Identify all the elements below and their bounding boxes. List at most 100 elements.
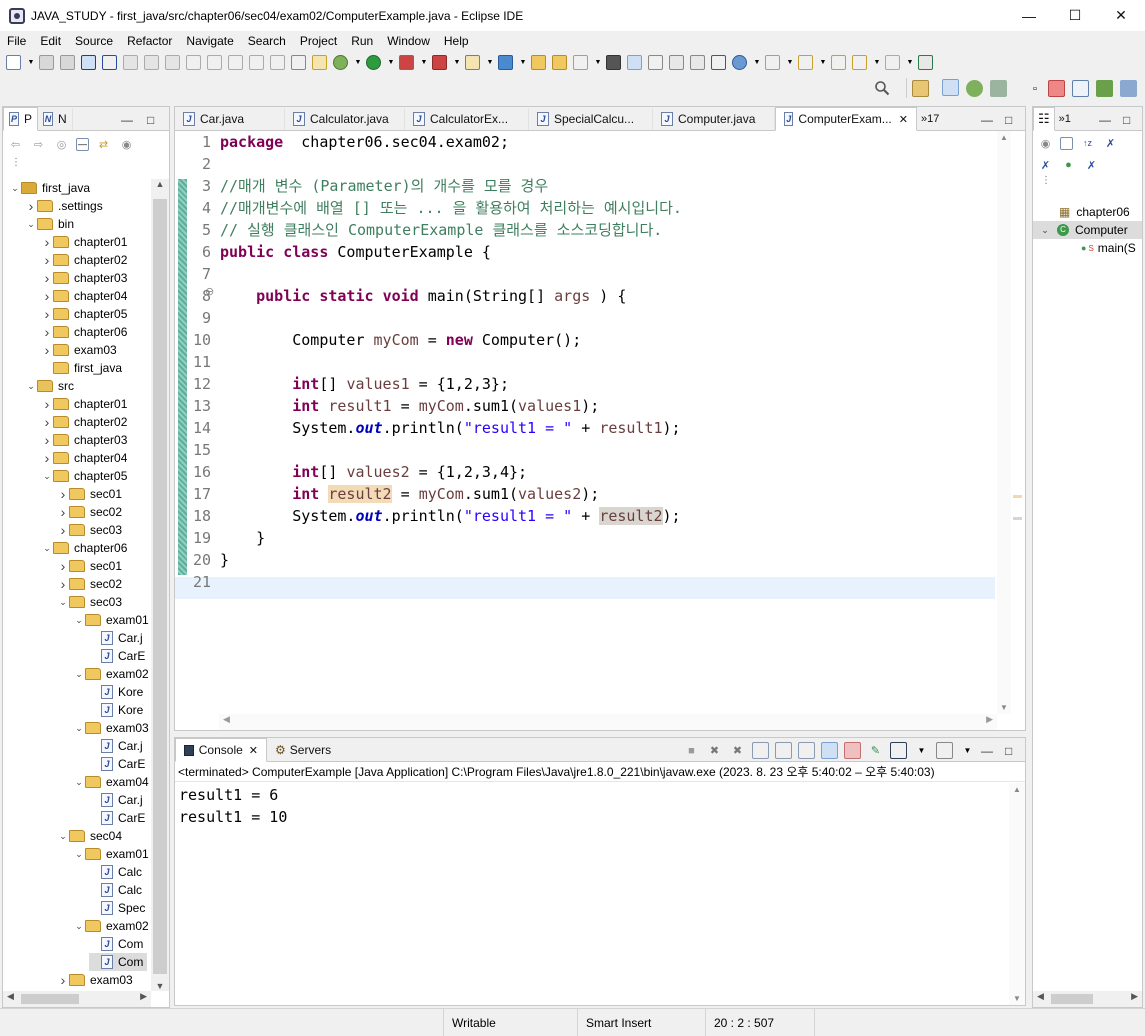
last-edit-icon[interactable] [831, 55, 846, 70]
chevron-right-icon[interactable]: › [41, 252, 53, 268]
menu-help[interactable]: Help [437, 34, 476, 48]
debug-icon[interactable] [333, 55, 348, 70]
skip-breakpoints-icon[interactable] [102, 55, 117, 70]
scroll-left-icon[interactable]: ◀ [223, 714, 230, 725]
chevron-right-icon[interactable]: › [41, 234, 53, 250]
minimize-view-icon[interactable]: — [1099, 113, 1111, 127]
perspective-icon[interactable] [918, 55, 933, 70]
chevron-down-icon[interactable]: ▼ [27, 54, 35, 71]
show-on-stderr-icon[interactable] [844, 742, 861, 759]
tree-item[interactable]: J Car.j [89, 629, 143, 647]
step-return-icon[interactable] [249, 55, 264, 70]
external-tools-icon[interactable] [432, 55, 447, 70]
tree-item[interactable]: J Car.j [89, 791, 143, 809]
scroll-left-icon[interactable]: ◀ [1037, 991, 1044, 1002]
minimize-view-icon[interactable]: — [121, 113, 133, 127]
chevron-down-icon[interactable]: ⌄ [73, 723, 85, 734]
tree-item[interactable]: › exam03 [41, 341, 117, 359]
forward-icon[interactable]: ⇨ [30, 136, 47, 153]
step-into-icon[interactable] [207, 55, 222, 70]
new-java-project-icon[interactable] [465, 55, 480, 70]
tree-item[interactable]: ⌄ exam02 [73, 917, 148, 935]
save-all-icon[interactable] [60, 55, 75, 70]
collapse-all-icon[interactable]: — [76, 137, 89, 151]
tab-special-calculator[interactable]: J SpecialCalcu... [529, 108, 653, 130]
tab-overflow[interactable]: »1 [1055, 108, 1075, 130]
chevron-right-icon[interactable]: › [41, 324, 53, 340]
chevron-right-icon[interactable]: › [57, 576, 69, 592]
layout-icon[interactable] [1072, 80, 1089, 97]
tree-item[interactable]: ⌄ sec03 [57, 593, 122, 611]
tree-item[interactable]: ⌄ exam04 [73, 773, 148, 791]
tree-item[interactable]: ⌄ chapter05 [41, 467, 127, 485]
tree-item[interactable]: › chapter04 [41, 449, 128, 467]
hide-static-icon[interactable]: ✗ [1037, 157, 1054, 174]
outline-horizontal-scrollbar[interactable]: ◀ ▶ [1033, 991, 1142, 1007]
menu-run[interactable]: Run [344, 34, 380, 48]
filters-icon[interactable]: ⋮ [3, 157, 169, 177]
up-icon[interactable]: ◎ [53, 136, 70, 153]
scroll-up-icon[interactable]: ▲ [151, 179, 169, 189]
menu-file[interactable]: File [0, 34, 33, 48]
occurrence-marker[interactable] [1013, 517, 1022, 520]
chevron-down-icon[interactable]: ⌄ [25, 219, 37, 230]
link-with-editor-icon[interactable]: ⇄ [95, 136, 112, 153]
tree-item[interactable]: J CarE [89, 809, 145, 827]
close-button[interactable]: ✕ [1098, 0, 1144, 31]
chevron-down-icon[interactable]: ⌄ [9, 183, 21, 194]
status-insert-mode[interactable]: Smart Insert [577, 1009, 705, 1036]
chevron-down-icon[interactable]: ▼ [453, 54, 461, 71]
settings-icon[interactable]: ◉ [1037, 135, 1054, 152]
editor-horizontal-scrollbar[interactable]: ◀ ▶ [219, 714, 997, 730]
hide-local-types-icon[interactable]: ✗ [1083, 157, 1100, 174]
outline-hscroll-thumb[interactable] [1051, 994, 1093, 1004]
tree-item[interactable]: ⌄ first_java [9, 179, 90, 197]
tree-item[interactable]: › chapter04 [41, 287, 128, 305]
restore-icon[interactable]: ▫ [1030, 80, 1040, 97]
tree-item[interactable]: › chapter06 [41, 323, 128, 341]
maximize-editor-icon[interactable]: □ [1005, 113, 1012, 127]
new-icon[interactable] [6, 55, 21, 70]
git-icon[interactable] [1048, 80, 1065, 97]
sort-icon[interactable]: ↑z [1079, 135, 1096, 152]
tree-item[interactable]: › chapter03 [41, 269, 128, 287]
chevron-down-icon[interactable]: ▼ [486, 54, 494, 71]
console-output[interactable]: result1 = 6 result1 = 10 [179, 784, 287, 828]
status-cursor-position[interactable]: 20 : 2 : 507 [705, 1009, 815, 1036]
forward-icon[interactable] [885, 55, 900, 70]
pin-icon[interactable] [648, 55, 663, 70]
chevron-down-icon[interactable]: ▼ [873, 54, 881, 71]
scroll-down-icon[interactable]: ▼ [997, 703, 1011, 712]
chevron-right-icon[interactable]: › [41, 288, 53, 304]
close-tab-icon[interactable]: ✕ [899, 113, 908, 126]
back-icon[interactable] [852, 55, 867, 70]
tree-item[interactable]: › chapter03 [41, 431, 128, 449]
chevron-down-icon[interactable]: ⌄ [25, 381, 37, 392]
scroll-up-icon[interactable]: ▲ [997, 133, 1011, 142]
chevron-right-icon[interactable]: › [25, 198, 37, 214]
tree-item[interactable]: first_java [41, 359, 122, 377]
code-area[interactable]: ⊖ 1 2 3 4 5 6 7 8 9 10 11 12 13 14 15 16 17 18 19 20 21 pack… [175, 131, 1025, 714]
explorer-vertical-scrollbar[interactable]: ▲ ▼ [151, 179, 169, 991]
web-icon[interactable] [1120, 80, 1137, 97]
search-task-icon[interactable] [573, 55, 588, 70]
menu-search[interactable]: Search [241, 34, 293, 48]
chevron-right-icon[interactable]: › [57, 486, 69, 502]
word-wrap-icon[interactable] [798, 742, 815, 759]
explorer-scroll-thumb[interactable] [153, 199, 167, 974]
chevron-down-icon[interactable]: ⌄ [1039, 225, 1051, 236]
task-icon[interactable] [312, 55, 327, 70]
tab-navigator[interactable]: NN [38, 108, 73, 130]
outline-item-package[interactable]: ▦ chapter06 [1059, 203, 1130, 221]
tree-item[interactable]: J Car.j [89, 737, 143, 755]
chevron-down-icon[interactable]: ⌄ [57, 597, 69, 608]
step-over-icon[interactable] [228, 55, 243, 70]
drop-frame-icon[interactable] [270, 55, 285, 70]
tree-item[interactable]: J Kore [89, 701, 143, 719]
prev-annotation-icon[interactable] [798, 55, 813, 70]
tree-item[interactable]: ⌄ exam01 [73, 845, 148, 863]
tree-item[interactable]: › sec01 [57, 485, 122, 503]
maximize-console-icon[interactable]: □ [1005, 744, 1012, 758]
open-console-icon[interactable] [936, 742, 953, 759]
tree-item[interactable]: ⌄ exam01 [73, 611, 148, 629]
